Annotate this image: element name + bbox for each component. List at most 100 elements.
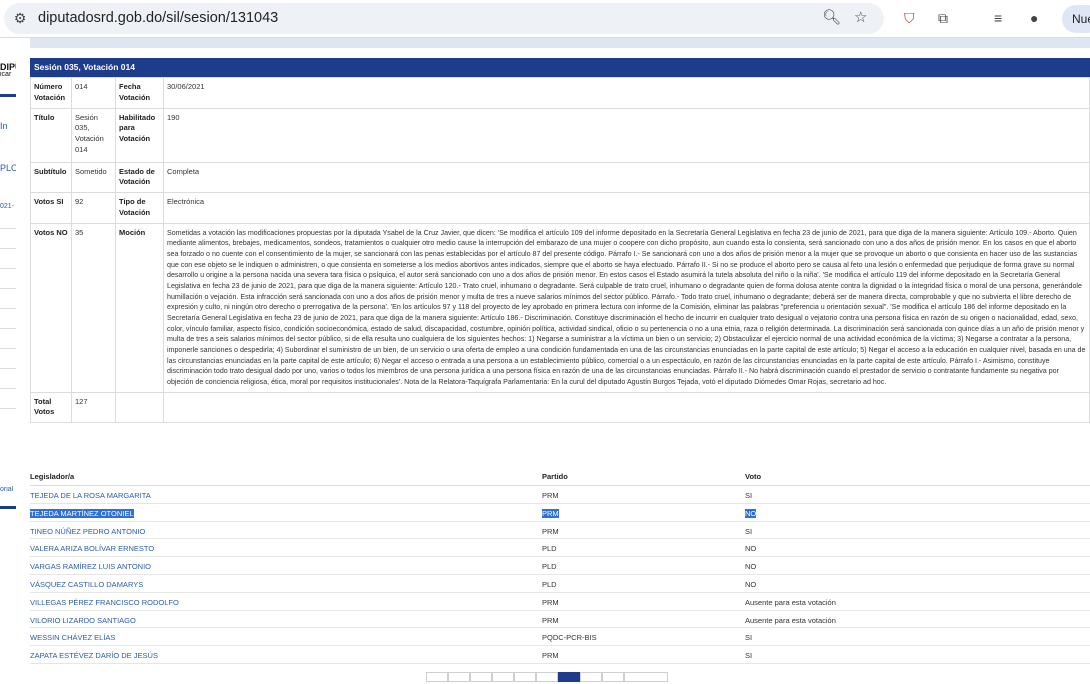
table-row: TEJEDA DE LA ROSA MARGARITA PRM SI xyxy=(30,486,1090,504)
estado-value: Completa xyxy=(163,161,1090,194)
table-row: VILORIO LIZARDO SANTIAGO PRM Ausente par… xyxy=(30,611,1090,629)
table-row: VALERA ARIZA BOLÍVAR ERNESTO PLD NO xyxy=(30,539,1090,558)
page-prev-button[interactable] xyxy=(448,672,470,682)
bg-text: icar xyxy=(0,71,12,78)
profile-label: Nue xyxy=(1072,12,1090,26)
legislator-link[interactable]: TEJEDA MARTÍNEZ OTONIEL xyxy=(30,508,134,518)
profile-avatar-icon[interactable]: ● xyxy=(1030,9,1038,27)
page-button[interactable] xyxy=(514,672,536,682)
bg-text[interactable]: orial xyxy=(0,486,16,493)
subtitulo-value: Sometido xyxy=(71,161,116,194)
party-cell: PRM xyxy=(542,526,559,536)
mocion-text: Sometidas a votación las modificaciones … xyxy=(163,222,1090,393)
extensions-puzzle-icon[interactable]: ⧉ xyxy=(938,9,948,27)
page-size-select[interactable] xyxy=(624,672,668,682)
party-cell: PLD xyxy=(542,544,557,554)
table-row: WESSIN CHÁVEZ ELÍAS PQDC-PCR-BIS SI xyxy=(30,628,1090,647)
legislator-link[interactable]: VILLEGAS PÉREZ FRANCISCO RODOLFO xyxy=(30,598,179,607)
legislator-link[interactable]: TINEO NÚÑEZ PEDRO ANTONIO xyxy=(30,527,145,536)
party-cell: PRM xyxy=(542,651,559,661)
empty-cell xyxy=(115,391,164,424)
table-row: TEJEDA MARTÍNEZ OTONIEL PRM NO xyxy=(30,504,1090,522)
party-cell: PLD xyxy=(542,562,557,572)
legislator-link[interactable]: VALERA ARIZA BOLÍVAR ERNESTO xyxy=(30,544,154,553)
bg-text[interactable]: 021- xyxy=(0,203,16,210)
votes-table: Legislador/a Partido Voto TEJEDA DE LA R… xyxy=(30,468,1090,664)
zoom-icon[interactable]: 🔍︎ xyxy=(822,9,841,27)
url-text[interactable]: diputadosrd.gob.do/sil/sesion/131043 xyxy=(38,10,278,26)
votos-si-label: Votos SI xyxy=(30,192,72,224)
habilitado-value: 190 xyxy=(163,107,1090,163)
table-row: VARGAS RAMÍREZ LUIS ANTONIO PLD NO xyxy=(30,557,1090,575)
table-row: TINEO NÚÑEZ PEDRO ANTONIO PRM SI xyxy=(30,522,1090,540)
page-button[interactable] xyxy=(470,672,492,682)
browser-toolbar: ⚙ diputadosrd.gob.do/sil/sesion/131043 🔍… xyxy=(0,0,1090,38)
bg-text[interactable]: In xyxy=(0,121,16,131)
media-queue-icon[interactable]: ≡ xyxy=(994,9,1002,27)
vote-cell: NO xyxy=(745,562,757,572)
background-left-strip: DIPU icar In PLO 021- orial xyxy=(0,38,16,679)
titulo-label: Título xyxy=(30,107,72,163)
header-partido: Partido xyxy=(542,472,568,481)
legislator-link[interactable]: WESSIN CHÁVEZ ELÍAS xyxy=(30,633,115,642)
vote-cell: NO xyxy=(745,508,757,518)
legislator-link[interactable]: ZAPATA ESTÉVEZ DARÍO DE JESÚS xyxy=(30,651,158,660)
votos-no-label: Votos NO xyxy=(30,222,72,393)
vote-cell: NO xyxy=(745,544,757,554)
party-cell: PLD xyxy=(542,579,557,589)
header-legislador: Legislador/a xyxy=(30,472,75,481)
numero-label: Número Votación xyxy=(30,77,72,109)
legislator-link[interactable]: TEJEDA DE LA ROSA MARGARITA xyxy=(30,491,151,500)
vote-cell: SI xyxy=(745,651,753,661)
numero-value: 014 xyxy=(71,77,116,109)
vote-cell: NO xyxy=(745,579,757,589)
new-chrome-button[interactable]: Nue xyxy=(1062,5,1090,33)
page-button-current[interactable] xyxy=(558,672,580,682)
table-row: ZAPATA ESTÉVEZ DARÍO DE JESÚS PRM SI xyxy=(30,646,1090,664)
bookmark-star-icon[interactable]: ☆ xyxy=(854,9,867,27)
votacion-modal: Sesión 035, Votación 014 Número Votación… xyxy=(16,38,1090,679)
party-cell: PRM xyxy=(542,615,559,625)
estado-label: Estado de Votación xyxy=(115,161,164,194)
modal-title: Sesión 035, Votación 014 xyxy=(30,58,1090,77)
fecha-label: Fecha Votación xyxy=(115,77,164,109)
legislator-link[interactable]: VÁSQUEZ CASTILLO DAMARYS xyxy=(30,580,143,589)
address-bar[interactable]: ⚙ diputadosrd.gob.do/sil/sesion/131043 🔍… xyxy=(4,3,884,34)
modal-top-bar xyxy=(30,38,1090,48)
table-row: VILLEGAS PÉREZ FRANCISCO RODOLFO PRM Aus… xyxy=(30,593,1090,611)
site-settings-icon[interactable]: ⚙ xyxy=(10,8,30,28)
vote-cell: SI xyxy=(745,491,753,500)
fecha-value: 30/06/2021 xyxy=(163,77,1090,109)
votos-si-value: 92 xyxy=(71,192,116,224)
header-voto: Voto xyxy=(745,472,762,481)
tipo-value: Electrónica xyxy=(163,192,1090,224)
page-next-button[interactable] xyxy=(580,672,602,682)
page-button[interactable] xyxy=(536,672,558,682)
vote-cell: SI xyxy=(745,526,753,536)
page-last-button[interactable] xyxy=(602,672,624,682)
table-row: VÁSQUEZ CASTILLO DAMARYS PLD NO xyxy=(30,575,1090,593)
party-cell: PRM xyxy=(542,508,559,518)
tipo-label: Tipo de Votación xyxy=(115,192,164,224)
total-votos-label: Total Votos xyxy=(30,391,72,424)
subtitulo-label: Subtítulo xyxy=(30,161,72,194)
mocion-label: Moción xyxy=(115,222,164,393)
vote-cell: SI xyxy=(745,633,753,643)
bg-text[interactable]: PLO xyxy=(0,163,16,173)
titulo-value: Sesión 035, Votación 014 xyxy=(71,107,116,163)
votos-no-value: 35 xyxy=(71,222,116,393)
legislator-link[interactable]: VILORIO LIZARDO SANTIAGO xyxy=(30,616,136,625)
votacion-details-table: Número Votación 014 Fecha Votación 30/06… xyxy=(30,77,1090,424)
votes-table-header: Legislador/a Partido Voto xyxy=(30,468,1090,486)
habilitado-label: Habilitado para Votación xyxy=(115,107,164,163)
legislator-link[interactable]: VARGAS RAMÍREZ LUIS ANTONIO xyxy=(30,562,151,571)
vote-cell: Ausente para esta votación xyxy=(745,615,836,625)
extension-shield-icon[interactable]: ⛉ xyxy=(904,9,915,27)
party-cell: PQDC-PCR-BIS xyxy=(542,633,597,643)
empty-cell xyxy=(163,391,1090,424)
party-cell: PRM xyxy=(542,491,559,500)
page-first-button[interactable] xyxy=(426,672,448,682)
party-cell: PRM xyxy=(542,597,559,607)
page-button[interactable] xyxy=(492,672,514,682)
vote-cell: Ausente para esta votación xyxy=(745,597,836,607)
